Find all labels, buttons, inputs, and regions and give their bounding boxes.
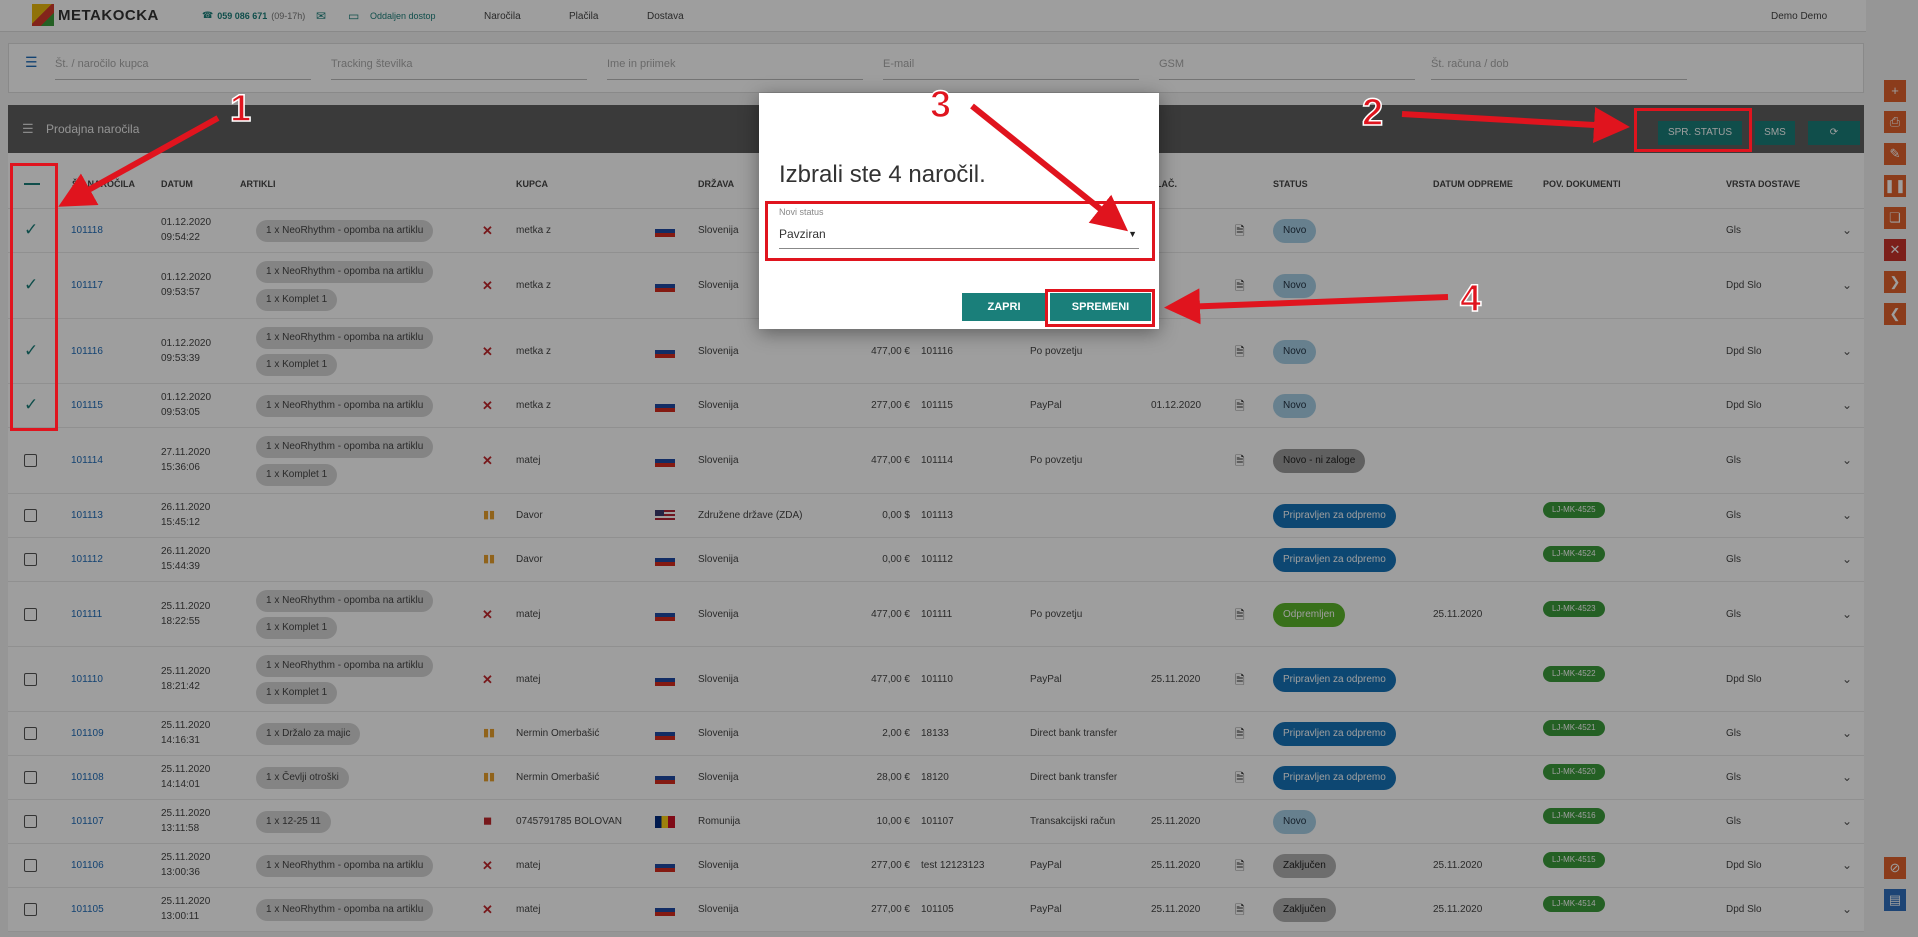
annotation-number-2: 2 bbox=[1361, 91, 1384, 135]
annotation-number-3: 3 bbox=[929, 83, 952, 127]
arrow-1 bbox=[58, 115, 220, 207]
arrow-3 bbox=[970, 103, 1129, 232]
annotation-arrows bbox=[58, 103, 1630, 325]
arrow-2 bbox=[1401, 107, 1630, 143]
arrow-4 bbox=[1164, 288, 1449, 325]
annotation-number-1: 1 bbox=[229, 87, 252, 131]
annotation-number-4: 4 bbox=[1459, 277, 1482, 321]
